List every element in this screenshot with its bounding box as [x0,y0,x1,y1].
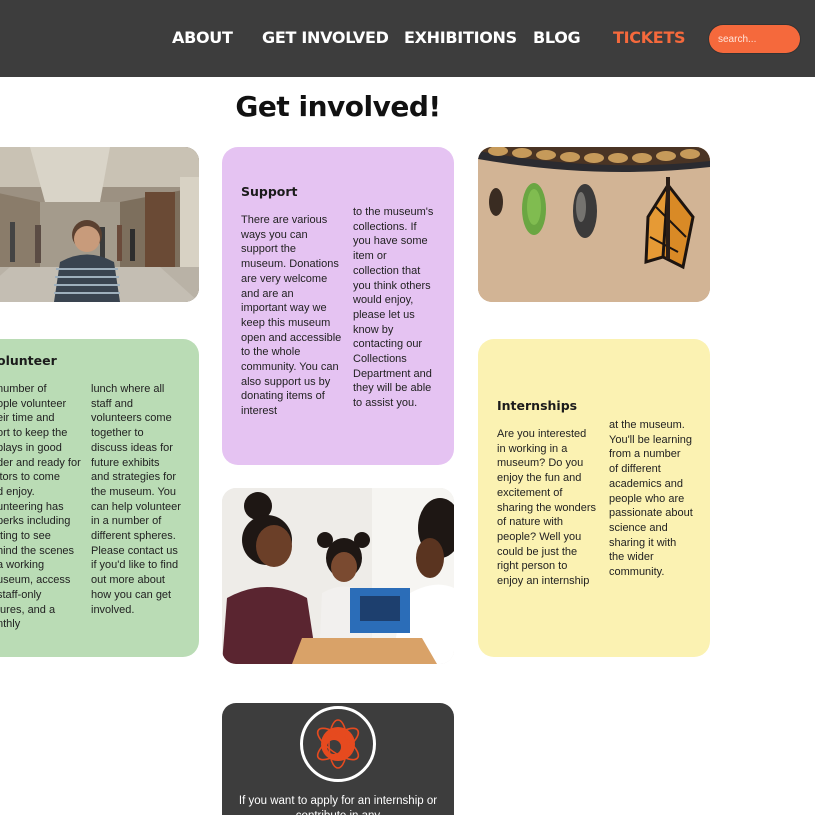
butterfly-chrysalis-photo [478,147,710,302]
volunteer-text-column-2: lunch where all staff and volunteers com… [91,383,181,616]
support-text-column-2: to the museum's collections. If you have… [353,206,434,410]
volunteer-card-title: olunteer [0,353,57,368]
internships-text-column-2: at the museum. You'll be learning from a… [609,419,693,579]
volunteer-text-column-1: number of ople volunteer eir time and or… [0,383,81,631]
top-navigation: ABOUT GET INVOLVED EXHIBITIONS BLOG TICK… [0,0,815,77]
page-title: Get involved! [235,90,441,123]
support-card: Support There are various ways you can s… [222,147,454,465]
nav-link-exhibitions[interactable]: EXHIBITIONS [404,28,517,47]
atom-logo-icon [300,706,376,782]
internships-card-title: Internships [497,398,578,413]
support-card-title: Support [241,184,298,199]
nav-link-tickets[interactable]: TICKETS [613,28,686,47]
nav-link-blog[interactable]: BLOG [533,28,581,47]
support-text-column-1: There are various ways you can support t… [241,214,342,418]
volunteer-card: olunteer number of ople volunteer eir ti… [0,339,199,657]
internships-text-column-1: Are you interested in working in a museu… [497,428,597,588]
apply-cta-text: If you want to apply for an internship o… [238,795,438,815]
nav-link-get-involved[interactable]: GET INVOLVED [262,28,389,47]
apply-cta-card: If you want to apply for an internship o… [222,703,454,815]
museum-gallery-photo [0,147,199,302]
internships-card: Internships Are you interested in workin… [478,339,710,657]
search-input[interactable] [709,25,800,53]
kids-robotics-photo [222,488,454,664]
nav-link-about[interactable]: ABOUT [172,28,233,47]
